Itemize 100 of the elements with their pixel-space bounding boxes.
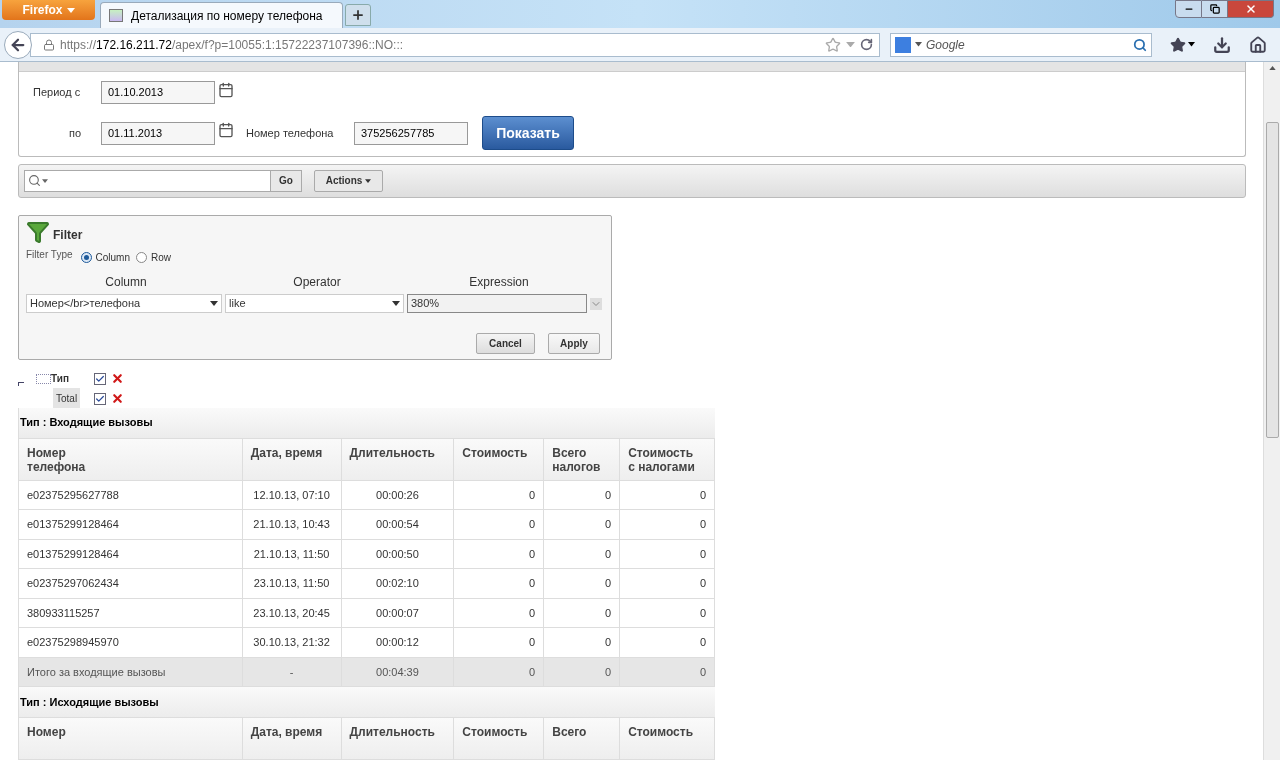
url-text: https://172.16.211.72/apex/f?p=10055:1:15722237107396::NO:::	[60, 36, 405, 54]
table-cell: 0	[454, 539, 545, 568]
table-cell: 23.10.13, 11:50	[242, 569, 342, 598]
page-icon	[109, 9, 123, 22]
scroll-up-icon[interactable]	[1268, 66, 1276, 70]
scrollbar[interactable]	[1263, 62, 1280, 760]
table-cell: 0	[620, 569, 715, 598]
column-select[interactable]: Номер</br>телефона	[26, 294, 222, 314]
go-button[interactable]: Go	[271, 169, 302, 192]
table-cell: 23.10.13, 20:45	[242, 598, 342, 627]
caret-icon	[42, 178, 48, 183]
expression-field[interactable]: 380%	[407, 294, 587, 314]
table-cell: 21.10.13, 11:50	[242, 539, 342, 568]
radio-button[interactable]	[80, 252, 92, 264]
restore-button[interactable]	[1202, 0, 1228, 18]
table-cell: 0	[544, 628, 621, 657]
table-cell: e01375299128464	[19, 539, 243, 568]
radio-label[interactable]: Column	[95, 250, 130, 266]
plus-icon	[351, 8, 365, 22]
search-icon[interactable]	[28, 174, 41, 188]
search-engine-icon[interactable]	[895, 36, 911, 53]
home-icon	[1249, 35, 1267, 54]
column-header[interactable]: Всего	[544, 718, 621, 759]
table-cell: 380933115257	[19, 598, 243, 627]
bookmarks-button[interactable]	[1170, 36, 1195, 53]
cancel-button[interactable]: Cancel	[476, 333, 535, 355]
column-header[interactable]: Стоимость	[454, 438, 545, 480]
close-icon	[1244, 3, 1257, 15]
operator-select[interactable]: like	[225, 294, 404, 314]
date-field[interactable]: 01.11.2013	[101, 121, 215, 145]
home-button[interactable]	[1249, 35, 1267, 54]
grid-icon	[36, 373, 51, 384]
column-header[interactable]: Всего налогов	[544, 438, 621, 480]
calendar-icon[interactable]	[218, 81, 234, 98]
back-button[interactable]	[4, 30, 32, 59]
total-cell: 0	[620, 657, 715, 686]
table-cell: 21.10.13, 10:43	[242, 510, 342, 539]
actions-button[interactable]: Actions	[314, 169, 383, 192]
total-cell: 0	[454, 657, 545, 686]
field-label: по	[67, 125, 82, 141]
tab-title: Детализация по номеру телефона	[131, 7, 323, 25]
table-cell: 0	[454, 569, 545, 598]
remove-icon[interactable]	[111, 392, 124, 405]
column-header[interactable]: Стоимость	[620, 718, 715, 759]
search-field[interactable]: Google	[890, 32, 1152, 57]
radio-label[interactable]: Row	[150, 250, 171, 266]
address-bar[interactable]: https://172.16.211.72/apex/f?p=10055:1:15722237107396::NO:::	[30, 32, 880, 57]
apply-button[interactable]: Apply	[548, 333, 600, 355]
new-tab-button[interactable]	[345, 4, 371, 26]
table-cell: 0	[620, 480, 715, 509]
report-search-field[interactable]	[24, 169, 271, 192]
table-cell: e01375299128464	[19, 510, 243, 539]
reload-icon[interactable]	[860, 38, 873, 51]
group-heading: Тип : Исходящие вызовы	[19, 687, 715, 718]
search-icon[interactable]	[1133, 37, 1147, 52]
phone-field[interactable]: 375256257785	[354, 121, 468, 145]
radio-button[interactable]	[135, 252, 147, 264]
scrollbar-thumb[interactable]	[1265, 122, 1279, 438]
column-header[interactable]: Стоимость с налогами	[620, 438, 715, 480]
table-cell: e02375297062434	[19, 569, 243, 598]
calendar-icon[interactable]	[218, 122, 234, 138]
column-header[interactable]: Длительность	[341, 718, 455, 759]
star-icon	[1170, 36, 1186, 53]
column-header[interactable]: Длительность	[341, 438, 455, 480]
group-heading: Тип : Входящие вызовы	[19, 407, 715, 439]
caret-icon	[210, 301, 218, 307]
table-cell: 0	[620, 539, 715, 568]
download-icon	[1213, 35, 1231, 54]
break-checkbox[interactable]	[94, 392, 106, 405]
minimize-button[interactable]	[1175, 0, 1202, 18]
download-button[interactable]	[1213, 35, 1231, 54]
break-checkbox[interactable]	[94, 372, 106, 385]
collapse-icon[interactable]	[18, 381, 24, 386]
funnel-icon	[26, 220, 50, 245]
table-cell: 0	[544, 480, 621, 509]
total-cell: 0	[544, 657, 621, 686]
column-header[interactable]: Стоимость	[454, 718, 545, 759]
total-cell: Итого за входящие вызовы	[19, 657, 243, 686]
total-cell: 00:04:39	[341, 657, 455, 686]
column-header[interactable]: Дата, время	[242, 718, 342, 759]
column-heading: Operator	[292, 274, 342, 292]
column-header[interactable]: Номер	[19, 718, 243, 759]
lock-icon	[43, 38, 55, 51]
date-field[interactable]: 01.10.2013	[101, 81, 215, 104]
bookmark-star-icon[interactable]	[825, 36, 841, 53]
table-cell: 0	[544, 510, 621, 539]
browser-tab[interactable]: Детализация по номеру телефона	[100, 2, 343, 28]
column-header[interactable]: Дата, время	[242, 438, 342, 480]
field-label: Номер телефона	[246, 125, 335, 141]
table-cell: 30.10.13, 21:32	[242, 628, 342, 657]
table-cell: e02375295627788	[19, 480, 243, 509]
table-cell: 00:00:12	[341, 628, 455, 657]
table-cell: 0	[454, 510, 545, 539]
break-label: Total	[53, 388, 81, 409]
caret-icon	[365, 178, 372, 183]
column-header[interactable]: Номер телефона	[19, 438, 243, 480]
column-heading: Column	[104, 274, 148, 292]
remove-icon[interactable]	[111, 372, 124, 385]
filter-title: Filter	[53, 227, 83, 245]
show-button[interactable]: Показать	[482, 116, 574, 150]
